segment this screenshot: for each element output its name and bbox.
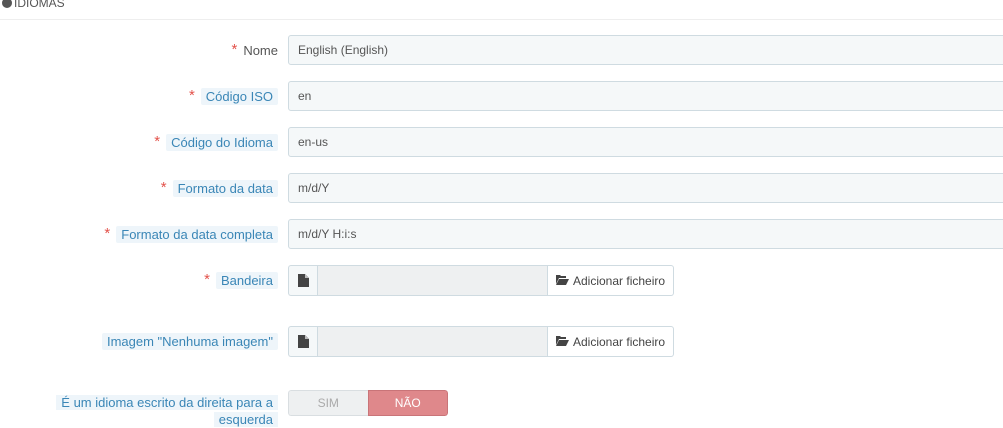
language-code-input[interactable]: en-us xyxy=(288,127,1003,157)
name-input[interactable]: English (English) xyxy=(288,35,1003,65)
globe-icon xyxy=(2,0,12,8)
no-image-add-file-label: Adicionar ficheiro xyxy=(573,334,666,349)
flag-label-text[interactable]: Bandeira xyxy=(215,271,278,289)
flag-add-file-label: Adicionar ficheiro xyxy=(573,273,666,288)
folder-open-icon xyxy=(556,274,569,288)
rtl-toggle-no[interactable]: NÃO xyxy=(367,390,448,416)
required-star: * xyxy=(160,178,167,196)
full-date-format-label-text[interactable]: Formato da data completa xyxy=(116,225,278,243)
file-icon xyxy=(288,265,317,296)
flag-add-file-button[interactable]: Adicionar ficheiro xyxy=(548,265,675,296)
no-image-file-upload: Adicionar ficheiro xyxy=(288,326,675,357)
date-format-input[interactable]: m/d/Y xyxy=(288,173,1003,203)
file-icon xyxy=(288,326,317,357)
required-star: * xyxy=(104,224,111,242)
date-format-label-text[interactable]: Formato da data xyxy=(172,179,278,197)
panel-title: IDIOMAS xyxy=(2,0,65,10)
language-code-label: * Código do Idioma xyxy=(154,127,278,157)
iso-code-label: * Código ISO xyxy=(189,81,278,111)
flag-label: * Bandeira xyxy=(204,265,278,295)
required-star: * xyxy=(231,40,238,58)
name-label: * Nome xyxy=(231,35,278,65)
no-image-file-name-field[interactable] xyxy=(317,326,548,357)
date-format-label: * Formato da data xyxy=(161,173,278,203)
required-star: * xyxy=(188,86,195,104)
rtl-toggle[interactable]: SIM NÃO xyxy=(288,390,448,416)
iso-code-label-text[interactable]: Código ISO xyxy=(200,87,278,105)
panel-header: IDIOMAS xyxy=(0,0,1003,20)
panel-title-text: IDIOMAS xyxy=(14,0,65,10)
language-code-label-text[interactable]: Código do Idioma xyxy=(166,133,278,151)
required-star: * xyxy=(154,132,161,150)
no-image-add-file-button[interactable]: Adicionar ficheiro xyxy=(548,326,675,357)
no-image-label: Imagem "Nenhuma imagem" xyxy=(101,326,278,356)
rtl-label[interactable]: É um idioma escrito da direita para a es… xyxy=(56,394,278,428)
no-image-label-text[interactable]: Imagem "Nenhuma imagem" xyxy=(101,332,278,350)
full-date-format-input[interactable]: m/d/Y H:i:s xyxy=(288,219,1003,249)
rtl-toggle-yes[interactable]: SIM xyxy=(288,390,368,416)
flag-file-name-field[interactable] xyxy=(317,265,548,296)
name-label-text: Nome xyxy=(243,42,278,58)
iso-code-input[interactable]: en xyxy=(288,81,1003,111)
full-date-format-label: * Formato da data completa xyxy=(104,219,278,249)
rtl-label-line1: É um idioma escrito da direita para a xyxy=(56,395,278,410)
flag-file-upload: Adicionar ficheiro xyxy=(288,265,675,296)
required-star: * xyxy=(204,270,210,288)
folder-open-icon xyxy=(556,335,569,349)
